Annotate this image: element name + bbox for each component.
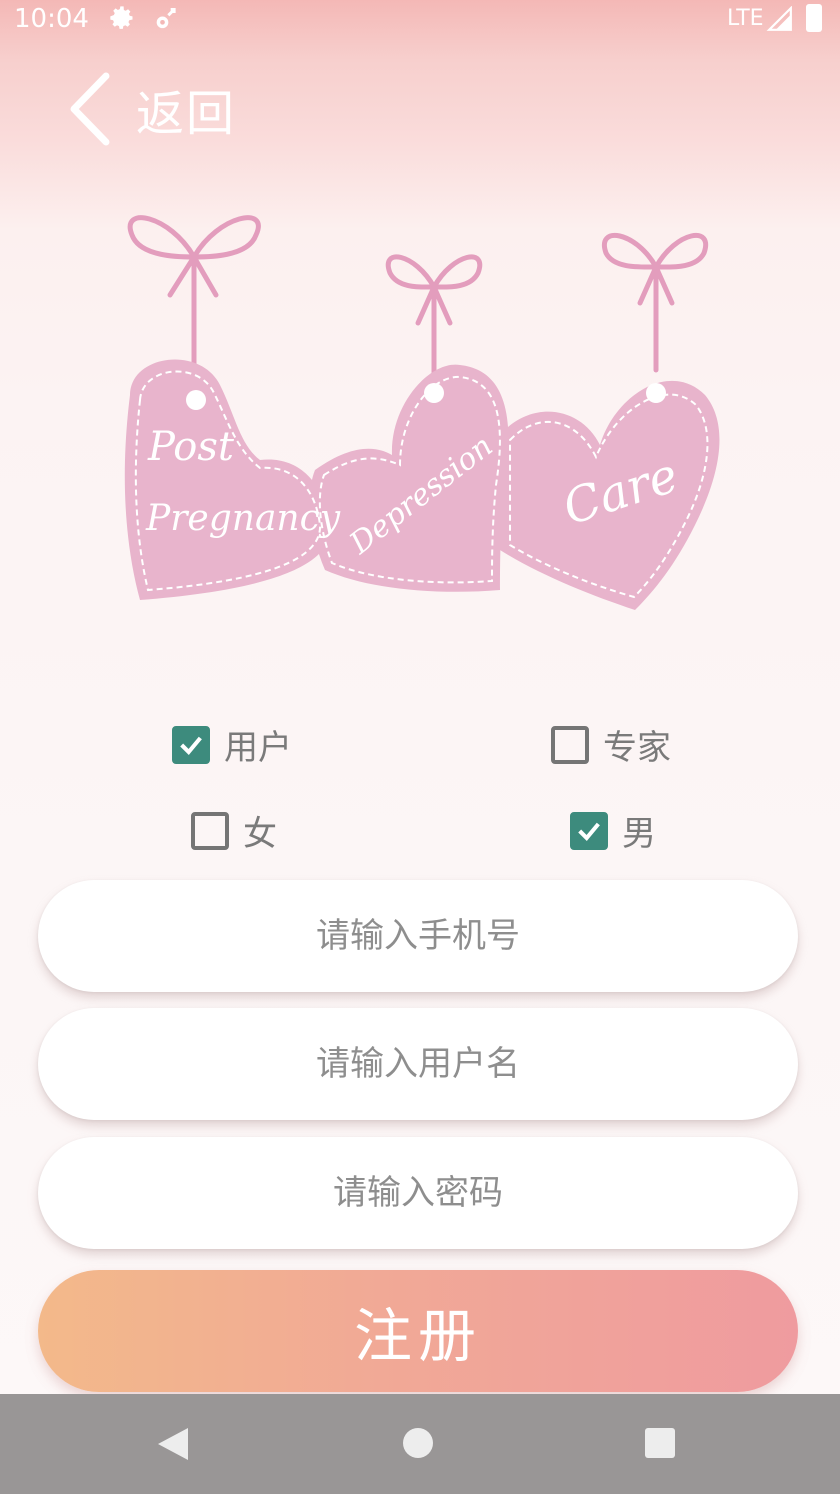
password-field-container [38,1137,798,1249]
signal-icon [766,6,792,31]
phone-input[interactable] [38,916,798,956]
settings-gear-icon [110,6,133,29]
register-button[interactable]: 注册 [38,1270,798,1392]
role-option-user[interactable]: 用户 [172,720,292,769]
recents-square-icon[interactable] [644,1427,676,1459]
battery-icon [806,4,822,32]
phone-field-container [38,880,798,992]
status-bar: 10:04 LTE [0,0,840,40]
system-nav-bar [0,1394,840,1494]
female-label: 女 [243,814,277,854]
username-field-container [38,1008,798,1120]
back-button[interactable]: 返回 [66,70,266,148]
sync-gear-icon [156,8,176,29]
role-option-expert[interactable]: 专家 [551,720,671,769]
home-circle-icon[interactable] [402,1427,434,1459]
network-type: LTE [727,6,764,31]
app-logo: Post Pregnancy Depression Care [124,215,720,610]
logo-word-pregnancy: Pregnancy [145,498,341,539]
expert-label: 专家 [603,728,671,768]
back-triangle-icon[interactable] [156,1426,190,1462]
status-time: 10:04 [14,4,89,34]
user-checkbox[interactable] [172,725,210,764]
back-label: 返回 [136,86,237,142]
logo-word-post: Post [147,424,235,470]
password-input[interactable] [38,1173,798,1213]
gender-option-male[interactable]: 男 [570,806,656,855]
female-checkbox[interactable] [191,811,229,850]
gender-option-female[interactable]: 女 [191,806,277,855]
chevron-left-icon [70,72,110,146]
male-label: 男 [622,814,656,854]
expert-checkbox[interactable] [551,725,589,764]
male-checkbox[interactable] [570,811,608,850]
user-label: 用户 [224,728,292,768]
username-input[interactable] [38,1044,798,1084]
checkmark-icon [578,822,600,841]
checkmark-icon [180,736,202,755]
